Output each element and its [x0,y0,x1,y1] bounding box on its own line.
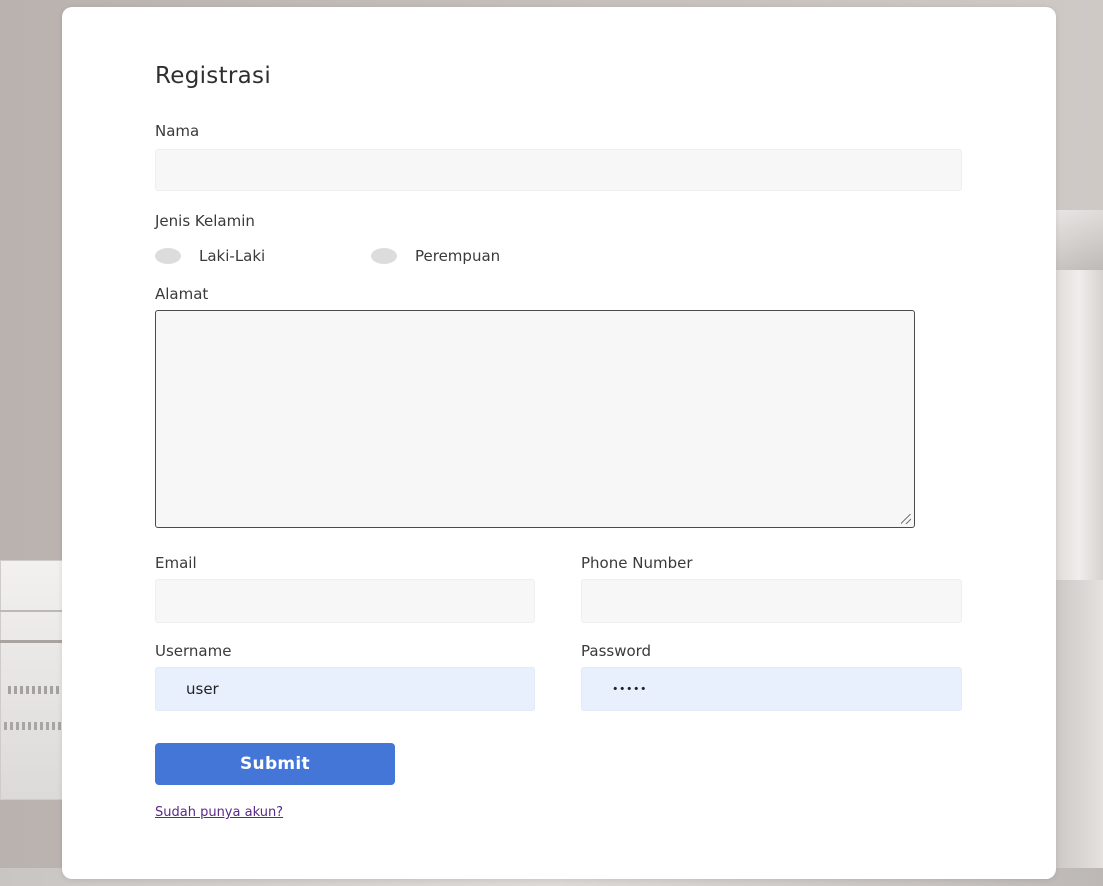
radio-label-perempuan: Perempuan [415,247,501,265]
background-printed-text [4,722,64,730]
radio-label-laki-laki: Laki-Laki [199,247,266,265]
background-object-right [1053,580,1103,886]
resize-grip-icon[interactable] [901,514,911,524]
registration-card: Registrasi Nama Jenis Kelamin Laki-Laki … [62,7,1056,879]
password-mask: ••••• [612,682,647,696]
background-box-left [0,560,70,800]
phone-input[interactable] [581,579,962,623]
email-input[interactable] [155,579,535,623]
password-input[interactable]: ••••• [581,667,962,711]
radio-option-perempuan[interactable]: Perempuan [371,247,500,265]
username-value: user [186,680,219,698]
username-input[interactable]: user [155,667,535,711]
phone-label: Phone Number [581,554,693,572]
email-label: Email [155,554,197,572]
page-title: Registrasi [155,63,272,89]
alamat-textarea[interactable] [155,310,915,528]
background-object-right [1053,210,1103,270]
alamat-label: Alamat [155,285,209,303]
radio-button-perempuan[interactable] [371,248,397,264]
nama-label: Nama [155,122,200,140]
login-link[interactable]: Sudah punya akun? [155,805,283,820]
background-line [0,640,66,643]
nama-input[interactable] [155,149,962,191]
background-line [0,610,66,612]
password-label: Password [581,642,652,660]
submit-button[interactable]: Submit [155,743,395,785]
background-object-right [1055,270,1103,580]
radio-button-laki-laki[interactable] [155,248,181,264]
gender-label: Jenis Kelamin [155,212,255,230]
username-label: Username [155,642,232,660]
background-printed-text [8,686,64,694]
radio-option-laki-laki[interactable]: Laki-Laki [155,247,265,265]
